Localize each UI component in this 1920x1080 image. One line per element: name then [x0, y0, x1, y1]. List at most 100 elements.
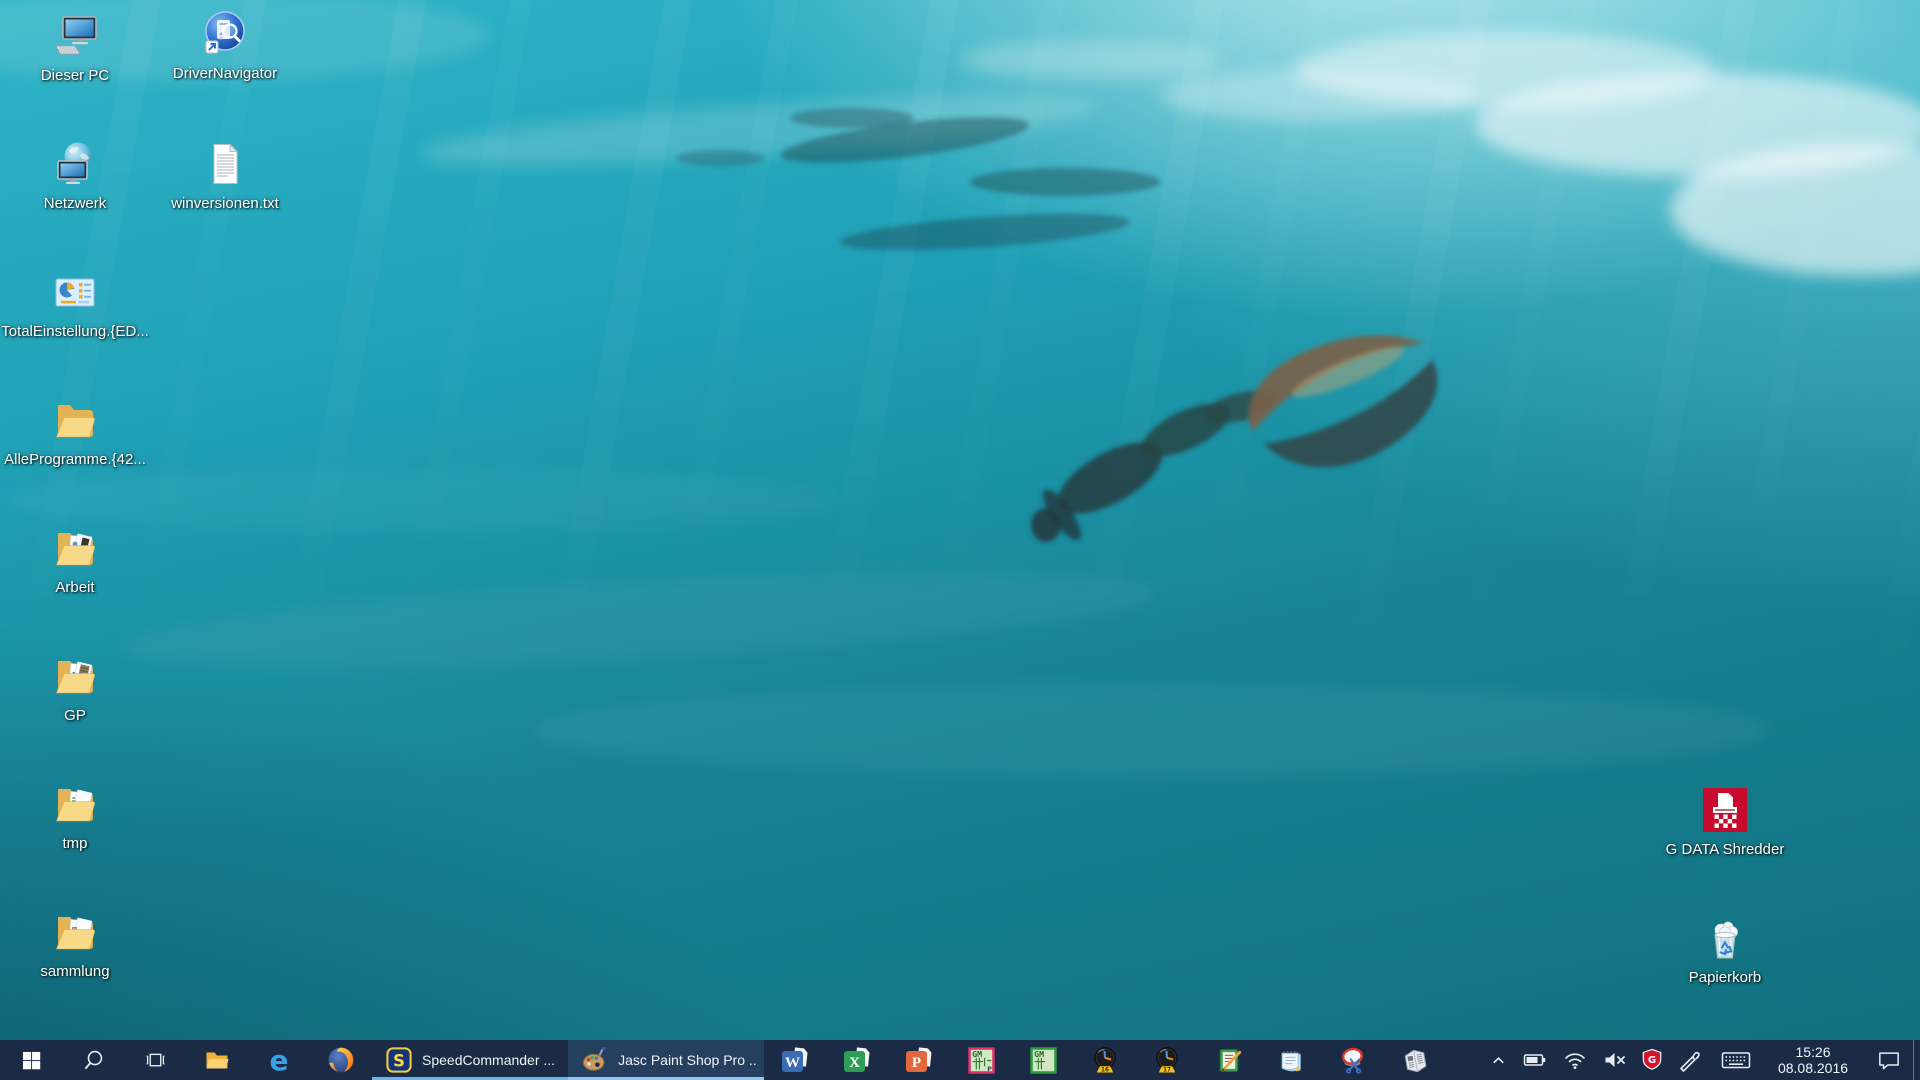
desktop-wallpaper: Dieser PC DriverNavigator: [0, 0, 1920, 1040]
action-center-button[interactable]: [1865, 1040, 1913, 1080]
folder-with-pictures-icon: [51, 652, 99, 700]
desktop-icon-driver-navigator[interactable]: DriverNavigator: [173, 10, 277, 82]
desktop-icon-winversionen-txt[interactable]: winversionen.txt: [173, 140, 277, 212]
desktop-icon-label: AlleProgramme.{42...: [4, 451, 146, 468]
taskbar-app-label: SpeedCommander ...: [422, 1052, 555, 1068]
desktop-icon-label: Netzwerk: [44, 195, 107, 212]
newspaper-button[interactable]: [1384, 1040, 1446, 1080]
shredder-icon: [1701, 786, 1749, 834]
desktop-icon-label: sammlung: [40, 963, 109, 980]
text-document-icon: [201, 140, 249, 188]
action-center-icon: [1877, 1049, 1901, 1071]
battery-status-button[interactable]: [1515, 1040, 1555, 1080]
desktop-icon-tmp[interactable]: tmp: [23, 780, 127, 852]
alarm-clock-icon: 16: [1091, 1046, 1119, 1074]
desktop-icon-label: Dieser PC: [41, 67, 109, 84]
battery-icon: [1523, 1049, 1547, 1071]
desktop-icon-arbeit[interactable]: Arbeit: [23, 524, 127, 596]
paint-palette-icon: [582, 1047, 608, 1074]
taskbar-left: e S SpeedCommander ...: [0, 1040, 1446, 1080]
svg-text:17: 17: [1163, 1068, 1171, 1074]
search-icon: [83, 1050, 104, 1071]
taskbar-app-jasc-paint-shop-pro[interactable]: Jasc Paint Shop Pro ...: [568, 1040, 764, 1080]
snipping-tool-icon: [1340, 1047, 1367, 1074]
folder-with-documents-icon: [51, 780, 99, 828]
svg-text:GM: GM: [972, 1048, 982, 1058]
notepad-button[interactable]: [1260, 1040, 1322, 1080]
desktop-icon-papierkorb[interactable]: Papierkorb: [1673, 914, 1777, 986]
network-globe-icon: [51, 140, 99, 188]
folder-with-documents-icon: [51, 908, 99, 956]
tray-clock[interactable]: 15:26 08.08.2016: [1761, 1040, 1865, 1080]
desktop-icon-alle-programme[interactable]: AlleProgramme.{42...: [23, 396, 127, 468]
edge-icon: e: [264, 1045, 294, 1075]
desktop-icon-label: G DATA Shredder: [1666, 841, 1785, 858]
keyboard-icon: [1721, 1049, 1751, 1071]
desktop-icon-dieser-pc[interactable]: Dieser PC: [23, 12, 127, 84]
desktop-icon-label: DriverNavigator: [173, 65, 277, 82]
file-explorer-button[interactable]: [186, 1040, 248, 1080]
svg-text:P: P: [912, 1055, 921, 1071]
powerpoint-icon: P: [904, 1045, 934, 1075]
volume-button[interactable]: [1595, 1040, 1635, 1080]
gm-pink-bordered-icon: GM P: [968, 1047, 995, 1074]
tray-date: 08.08.2016: [1778, 1060, 1848, 1076]
alarm-clock-17-button[interactable]: 17: [1136, 1040, 1198, 1080]
system-tray: G 15:26 08.08.2016: [1481, 1040, 1920, 1080]
touch-keyboard-button[interactable]: [1711, 1040, 1761, 1080]
gdata-shield-icon: G: [1641, 1048, 1663, 1072]
shortcut-arrow-overlay: [206, 41, 218, 53]
driver-navigator-icon: [201, 10, 249, 58]
file-explorer-icon: [204, 1047, 230, 1073]
gdata-tray-button[interactable]: G: [1635, 1040, 1669, 1080]
newspaper-icon: [1402, 1047, 1429, 1074]
pen-icon: [1677, 1048, 1703, 1072]
desktop-icon-label: TotalEinstellung.{ED...: [1, 323, 149, 340]
show-desktop-button[interactable]: [1913, 1040, 1920, 1080]
start-button[interactable]: [0, 1040, 62, 1080]
speedcommander-icon: S: [386, 1047, 412, 1073]
svg-text:X: X: [849, 1055, 860, 1071]
chevron-up-icon: [1491, 1053, 1506, 1068]
desktop-icon-label: winversionen.txt: [171, 195, 279, 212]
alarm-clock-icon: 17: [1153, 1046, 1181, 1074]
svg-text:GM: GM: [1034, 1048, 1044, 1058]
task-view-button[interactable]: [124, 1040, 186, 1080]
search-button[interactable]: [62, 1040, 124, 1080]
wifi-status-button[interactable]: [1555, 1040, 1595, 1080]
wifi-icon: [1563, 1049, 1587, 1071]
gm-green-bordered-icon: GM: [1030, 1047, 1057, 1074]
snipping-tool-button[interactable]: [1322, 1040, 1384, 1080]
underwater-light-rays: [0, 0, 1920, 1040]
tray-overflow-button[interactable]: [1481, 1040, 1515, 1080]
word-button[interactable]: W: [764, 1040, 826, 1080]
blue-notepad-icon: [1278, 1047, 1305, 1074]
desktop-icon-gp[interactable]: GP: [23, 652, 127, 724]
svg-text:P: P: [987, 1065, 992, 1072]
green-editor-button[interactable]: [1198, 1040, 1260, 1080]
settings-panel-icon: [51, 268, 99, 316]
desktop-icon-g-data-shredder[interactable]: G DATA Shredder: [1673, 786, 1777, 858]
folder-icon: [51, 396, 99, 444]
word-icon: W: [780, 1045, 810, 1075]
firefox-icon: [327, 1046, 355, 1074]
excel-button[interactable]: X: [826, 1040, 888, 1080]
desktop-icon-sammlung[interactable]: sammlung: [23, 908, 127, 980]
gm-tool-green-button[interactable]: GM: [1012, 1040, 1074, 1080]
svg-text:16: 16: [1101, 1068, 1109, 1074]
taskbar-app-speedcommander[interactable]: S SpeedCommander ...: [372, 1040, 568, 1080]
edge-button[interactable]: e: [248, 1040, 310, 1080]
desktop-icon-total-einstellung[interactable]: TotalEinstellung.{ED...: [23, 268, 127, 340]
gm-tool-pink-button[interactable]: GM P: [950, 1040, 1012, 1080]
this-pc-icon: [51, 12, 99, 60]
desktop-icon-label: tmp: [62, 835, 87, 852]
recycle-bin-icon: [1701, 914, 1749, 962]
firefox-button[interactable]: [310, 1040, 372, 1080]
taskbar-app-label: Jasc Paint Shop Pro ...: [618, 1052, 756, 1068]
desktop-icon-netzwerk[interactable]: Netzwerk: [23, 140, 127, 212]
windows-logo-icon: [22, 1051, 41, 1070]
alarm-clock-16-button[interactable]: 16: [1074, 1040, 1136, 1080]
windows-ink-button[interactable]: [1669, 1040, 1711, 1080]
powerpoint-button[interactable]: P: [888, 1040, 950, 1080]
folder-with-documents-icon: [51, 524, 99, 572]
